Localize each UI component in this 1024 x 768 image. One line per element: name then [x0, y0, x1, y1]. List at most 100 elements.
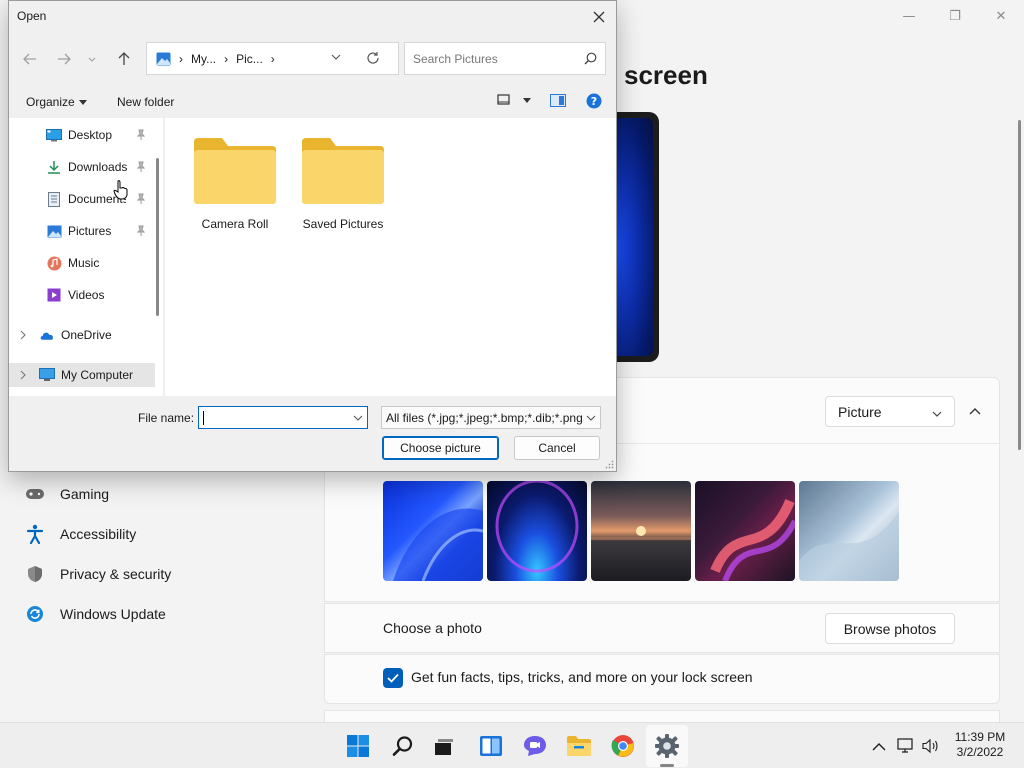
- nav-item-privacy[interactable]: Privacy & security: [24, 559, 171, 589]
- clock-time: 11:39 PM: [954, 730, 1006, 744]
- network-status-button[interactable]: [897, 737, 915, 755]
- nav-item-accessibility[interactable]: Accessibility: [24, 519, 136, 549]
- text-caret: [203, 411, 204, 425]
- onedrive-icon: [39, 327, 55, 343]
- browse-photos-button[interactable]: Browse photos: [825, 613, 955, 644]
- maximize-button[interactable]: ❐: [932, 6, 978, 28]
- settings-app-button[interactable]: [653, 732, 681, 760]
- chevron-up-icon: [872, 742, 886, 750]
- breadcrumb-item[interactable]: My...: [191, 52, 216, 66]
- folder-item-saved-pictures[interactable]: Saved Pictures: [295, 136, 391, 231]
- change-view-button[interactable]: [497, 94, 531, 106]
- recent-image-3[interactable]: [591, 481, 691, 581]
- widgets-icon: [480, 736, 502, 756]
- recent-image-1[interactable]: [383, 481, 483, 581]
- dialog-title: Open: [17, 9, 47, 23]
- folder-item-camera-roll[interactable]: Camera Roll: [187, 136, 283, 231]
- nav-item-windows-update[interactable]: Windows Update: [24, 599, 166, 629]
- lock-screen-preview: [612, 112, 659, 362]
- choose-picture-button[interactable]: Choose picture: [382, 436, 499, 460]
- nav-item-label: OneDrive: [61, 328, 112, 342]
- nav-item-label: Downloads: [68, 160, 128, 174]
- breadcrumb-item[interactable]: Pic...: [236, 52, 263, 66]
- search-placeholder: Search Pictures: [413, 51, 498, 66]
- fun-facts-checkbox[interactable]: [383, 668, 403, 688]
- chevron-right-icon: [20, 330, 26, 340]
- breadcrumb-separator: ›: [270, 51, 275, 66]
- taskbar: 11:39 PM 3/2/2022: [0, 722, 1024, 768]
- chevron-down-icon: [353, 415, 363, 421]
- collapse-button[interactable]: [964, 400, 986, 422]
- resize-grip-icon: [605, 460, 614, 469]
- nav-item-desktop[interactable]: Desktop: [9, 123, 155, 147]
- task-view-button[interactable]: [430, 732, 458, 760]
- refresh-button[interactable]: [366, 51, 380, 65]
- arrow-right-icon: [58, 53, 71, 65]
- settings-scrollbar[interactable]: [1018, 120, 1021, 450]
- cancel-button[interactable]: Cancel: [514, 436, 600, 460]
- personalize-select[interactable]: Picture: [825, 396, 955, 427]
- recent-image-5[interactable]: [799, 481, 899, 581]
- dialog-close-button[interactable]: [586, 4, 612, 30]
- minimize-button[interactable]: —: [886, 6, 932, 28]
- nav-item-pictures[interactable]: Pictures: [9, 219, 155, 243]
- choose-photo-label: Choose a photo: [383, 620, 482, 636]
- taskbar-search-button[interactable]: [389, 732, 417, 760]
- show-hidden-icons-button[interactable]: [870, 737, 888, 755]
- search-box[interactable]: Search Pictures: [404, 42, 606, 75]
- widgets-button[interactable]: [477, 732, 505, 760]
- chevron-up-icon: [969, 408, 981, 415]
- address-bar[interactable]: › My... › Pic... ›: [146, 42, 399, 75]
- recent-locations-button[interactable]: [85, 49, 99, 69]
- nav-item-gaming[interactable]: Gaming: [24, 479, 109, 509]
- file-name-label: File name:: [138, 411, 195, 425]
- nav-item-documents[interactable]: Documents: [9, 187, 155, 211]
- arrow-up-icon: [118, 52, 130, 65]
- preview-pane-button[interactable]: [550, 94, 566, 107]
- address-dropdown-button[interactable]: [331, 54, 341, 60]
- file-explorer-button[interactable]: [565, 732, 593, 760]
- up-button[interactable]: [114, 49, 134, 69]
- recent-image-2[interactable]: [487, 481, 587, 581]
- folder-label: Saved Pictures: [302, 217, 384, 231]
- nav-item-videos[interactable]: Videos: [9, 283, 155, 307]
- taskbar-clock[interactable]: 11:39 PM 3/2/2022: [950, 730, 1010, 760]
- navigation-scrollbar[interactable]: [156, 158, 159, 316]
- chevron-down-icon: [586, 415, 596, 421]
- forward-button[interactable]: [54, 49, 74, 69]
- file-explorer-icon: [567, 736, 591, 756]
- nav-item-downloads[interactable]: Downloads: [9, 155, 155, 179]
- file-name-input[interactable]: [198, 406, 368, 429]
- chat-button[interactable]: [521, 732, 549, 760]
- chat-icon: [524, 736, 546, 756]
- back-button[interactable]: [20, 49, 40, 69]
- breadcrumb-separator: ›: [224, 51, 229, 66]
- view-icon: [497, 94, 510, 105]
- nav-item-label: Privacy & security: [60, 566, 172, 582]
- volume-icon: [922, 738, 938, 754]
- help-button[interactable]: ?: [586, 93, 602, 109]
- start-button[interactable]: [344, 732, 372, 760]
- nav-item-onedrive[interactable]: OneDrive: [9, 323, 155, 347]
- music-icon: [46, 255, 62, 271]
- next-card: [324, 710, 1000, 722]
- preview-pane-icon: [550, 94, 566, 107]
- svg-text:?: ?: [591, 95, 597, 108]
- file-type-value: All files (*.jpg;*.jpeg;*.bmp;*.dib;*.pn…: [386, 410, 583, 425]
- search-icon: [584, 52, 597, 65]
- start-icon: [347, 735, 369, 757]
- close-window-button[interactable]: ✕: [978, 6, 1024, 28]
- nav-item-my-computer[interactable]: My Computer: [9, 363, 155, 387]
- fun-facts-label: Get fun facts, tips, tricks, and more on…: [411, 669, 753, 685]
- chrome-button[interactable]: [609, 732, 637, 760]
- organize-menu[interactable]: Organize: [26, 95, 87, 109]
- nav-item-music[interactable]: Music: [9, 251, 155, 275]
- recent-image-4[interactable]: [695, 481, 795, 581]
- new-folder-button[interactable]: New folder: [117, 95, 174, 109]
- nav-item-label: Windows Update: [60, 606, 166, 622]
- volume-button[interactable]: [922, 737, 940, 755]
- help-icon: ?: [586, 93, 602, 109]
- arrow-left-icon: [23, 53, 36, 65]
- file-list: Camera Roll Saved Pictures: [165, 118, 616, 396]
- file-type-select[interactable]: All files (*.jpg;*.jpeg;*.bmp;*.dib;*.pn…: [381, 406, 601, 429]
